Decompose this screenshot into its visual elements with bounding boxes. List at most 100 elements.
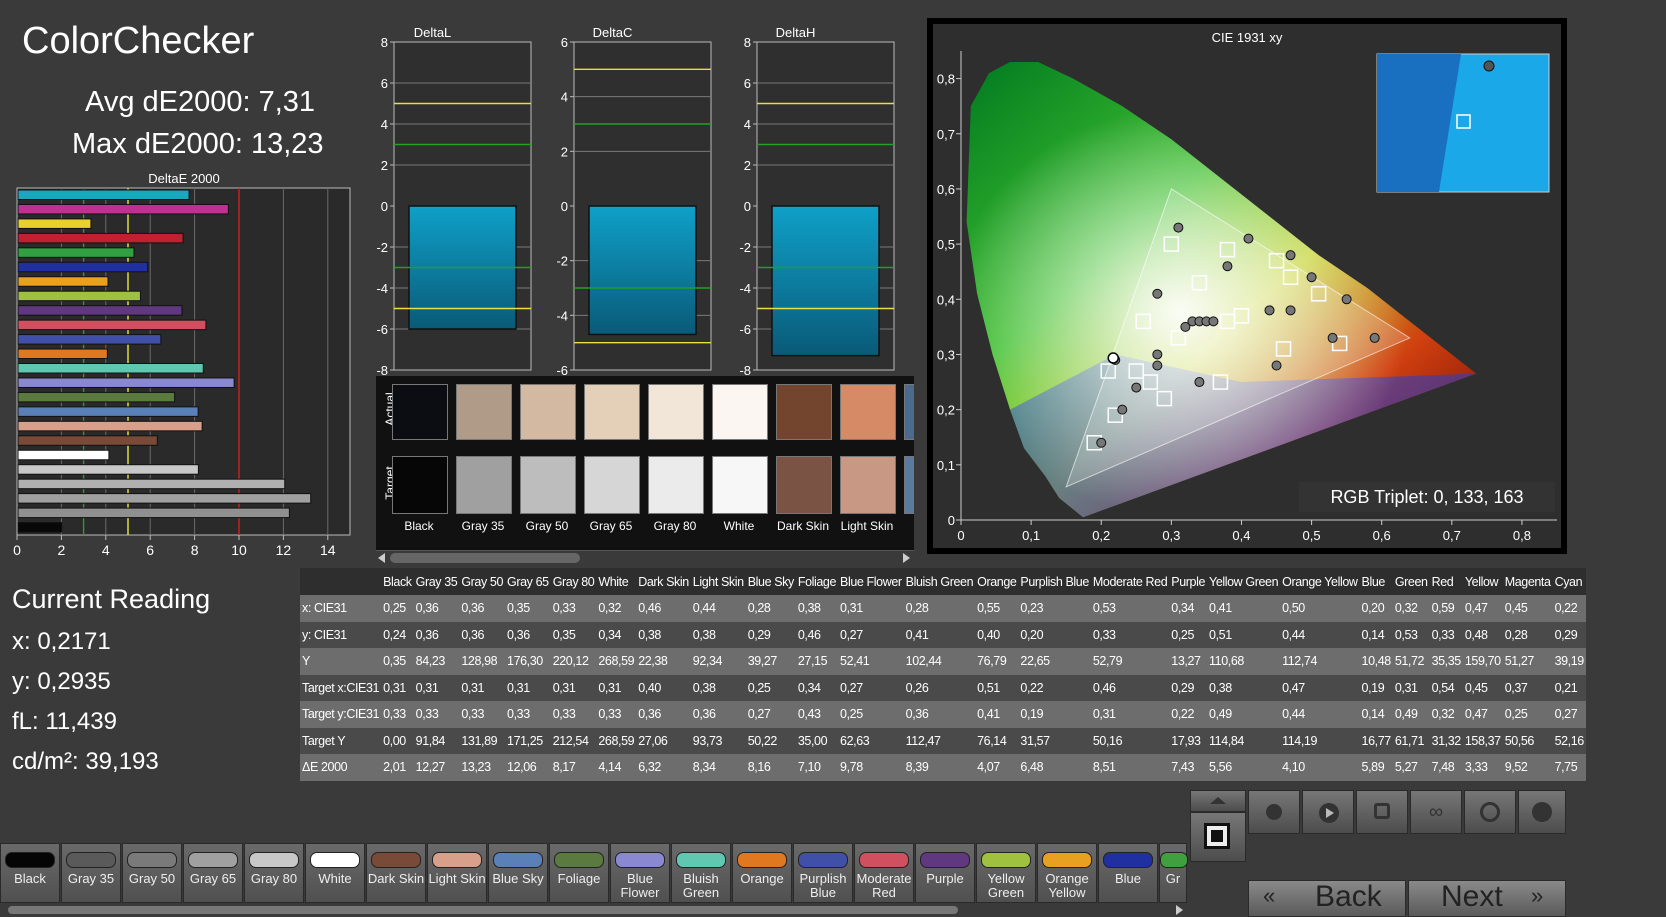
table-cell: 0,55	[977, 601, 1000, 616]
patch-color-chip	[859, 852, 909, 868]
refresh-button[interactable]	[1464, 790, 1516, 834]
patch-button[interactable]: Dark Skin	[366, 843, 426, 903]
table-cell: 91,84	[415, 733, 446, 748]
patch-button[interactable]: Gray 50	[122, 843, 182, 903]
column-header: Dark Skin	[638, 574, 689, 589]
table-row: y: CIE31 0,24 0,36 0,36 0,36 0,35 0,34 0,38 0,38…	[300, 621, 1586, 648]
table-row: Y 0,35 84,23 128,98 176,30 220,12 268,59 22,38 9…	[300, 648, 1586, 675]
table-cell: 0,31	[415, 680, 439, 695]
table-cell: 0,44	[692, 601, 716, 616]
table-cell: 84,23	[415, 654, 446, 669]
patch-label: Dark Skin	[367, 871, 425, 886]
swatch-name: Gray 65	[589, 519, 633, 533]
patch-button[interactable]: Bluish Green	[671, 843, 731, 903]
column-header: Orange	[977, 574, 1017, 589]
y-tick-label: 0	[948, 513, 955, 528]
patch-button[interactable]: Gray 65	[183, 843, 243, 903]
table-cell: 0,36	[692, 707, 716, 722]
column-header: Purplish Blue	[1020, 574, 1089, 589]
table-cell: 0,24	[383, 627, 406, 642]
table-cell: 0,53	[1092, 601, 1116, 616]
table-cell: 13,23	[461, 760, 491, 775]
table-cell: 7,43	[1171, 760, 1195, 775]
scroll-right-arrow[interactable]	[903, 553, 910, 563]
measured-point	[1327, 332, 1338, 343]
patch-button[interactable]: Orange	[732, 843, 792, 903]
column-header: Light Skin	[692, 574, 744, 589]
patch-button[interactable]: Orange Yellow	[1037, 843, 1097, 903]
table-cell: 9,78	[840, 760, 863, 775]
patch-button[interactable]: Gray 80	[244, 843, 304, 903]
patch-button[interactable]: Yellow Green	[976, 843, 1036, 903]
table-cell: 13,27	[1171, 654, 1201, 669]
bottom-scroll-right-arrow[interactable]	[1176, 905, 1183, 915]
bottom-scroll-thumb[interactable]	[8, 906, 958, 914]
patch-label: Yellow Green	[987, 871, 1025, 900]
patch-button[interactable]: Light Skin	[427, 843, 487, 903]
patch-button[interactable]: Purplish Blue	[793, 843, 853, 903]
back-button[interactable]: « Back	[1248, 880, 1406, 917]
reading-x: x: 0,2171	[12, 628, 111, 655]
table-row: x: CIE31 0,25 0,36 0,36 0,35 0,33 0,32 0,46 0,44…	[300, 595, 1586, 622]
swatch-scrollbar[interactable]	[376, 550, 914, 564]
patch-button[interactable]: Gray 35	[61, 843, 121, 903]
y-tick-label: -8	[739, 363, 751, 377]
y-tick-label: 0,6	[937, 182, 955, 197]
loop-button[interactable]: ∞	[1410, 790, 1462, 834]
table-cell: 0,33	[507, 707, 530, 722]
table-cell: 110,68	[1209, 654, 1244, 669]
table-cell: 0,22	[1171, 707, 1195, 722]
bottom-scrollbar[interactable]	[0, 903, 1190, 917]
patch-button[interactable]: Blue	[1098, 843, 1158, 903]
patch-color-chip	[1103, 852, 1153, 868]
table-cell: 212,54	[552, 733, 589, 748]
stop-button[interactable]	[1248, 790, 1300, 834]
patch-button[interactable]: Gr	[1159, 843, 1188, 903]
swatch-name: Dark Skin	[776, 519, 829, 533]
patch-label: Orange Yellow	[1045, 871, 1089, 900]
fit-button[interactable]	[1356, 790, 1408, 834]
scroll-left-arrow[interactable]	[378, 553, 385, 563]
table-cell: 0,25	[1504, 707, 1528, 722]
patch-button[interactable]: Foliage	[549, 843, 609, 903]
scroll-thumb[interactable]	[390, 553, 580, 563]
measurements-table: Black Gray 35 Gray 50 Gray 65 Gray 80 White Da…	[300, 568, 1586, 781]
next-button[interactable]: Next »	[1408, 880, 1566, 917]
table-cell: 0,40	[638, 680, 661, 695]
table-cell: 8,51	[1092, 760, 1116, 775]
measured-point	[1306, 272, 1317, 283]
table-cell: 61,71	[1394, 733, 1425, 748]
x-tick-label: 0,5	[1303, 528, 1321, 543]
measured-point	[1096, 437, 1107, 448]
up-arrow-button[interactable]	[1190, 790, 1246, 812]
delta-bar	[17, 305, 183, 316]
play-button[interactable]	[1302, 790, 1354, 834]
x-tick-label: 14	[320, 542, 336, 558]
patch-color-chip	[127, 852, 177, 868]
column-header: Moderate Red	[1092, 574, 1168, 589]
circle-icon	[1532, 802, 1552, 822]
table-cell: 92,34	[692, 654, 723, 669]
table-cell: 0,33	[552, 707, 576, 722]
y-tick-label: -4	[376, 281, 388, 296]
table-cell: 0,38	[638, 627, 661, 642]
delta-bar	[17, 232, 184, 244]
table-cell: 0,27	[840, 680, 863, 695]
table-cell: 0,38	[692, 680, 716, 695]
table-cell: 176,30	[507, 654, 543, 669]
patch-button[interactable]: Black	[0, 843, 60, 903]
patch-button[interactable]: Blue Flower	[610, 843, 670, 903]
options-button[interactable]	[1518, 790, 1566, 834]
patch-button[interactable]: White	[305, 843, 365, 903]
table-cell: 0,32	[1394, 601, 1418, 616]
patch-button[interactable]: Blue Sky	[488, 843, 548, 903]
patch-button[interactable]: Moderate Red	[854, 843, 914, 903]
patch-button[interactable]: Purple	[915, 843, 975, 903]
target-swatch	[648, 456, 704, 514]
table-cell: 35,35	[1431, 654, 1462, 669]
table-cell: 0,22	[1554, 601, 1578, 616]
table-cell: 0,36	[415, 627, 439, 642]
patch-label: Bluish Green	[682, 871, 720, 900]
patch-color-chip	[310, 852, 360, 868]
stop-toggle-button[interactable]	[1190, 812, 1246, 862]
